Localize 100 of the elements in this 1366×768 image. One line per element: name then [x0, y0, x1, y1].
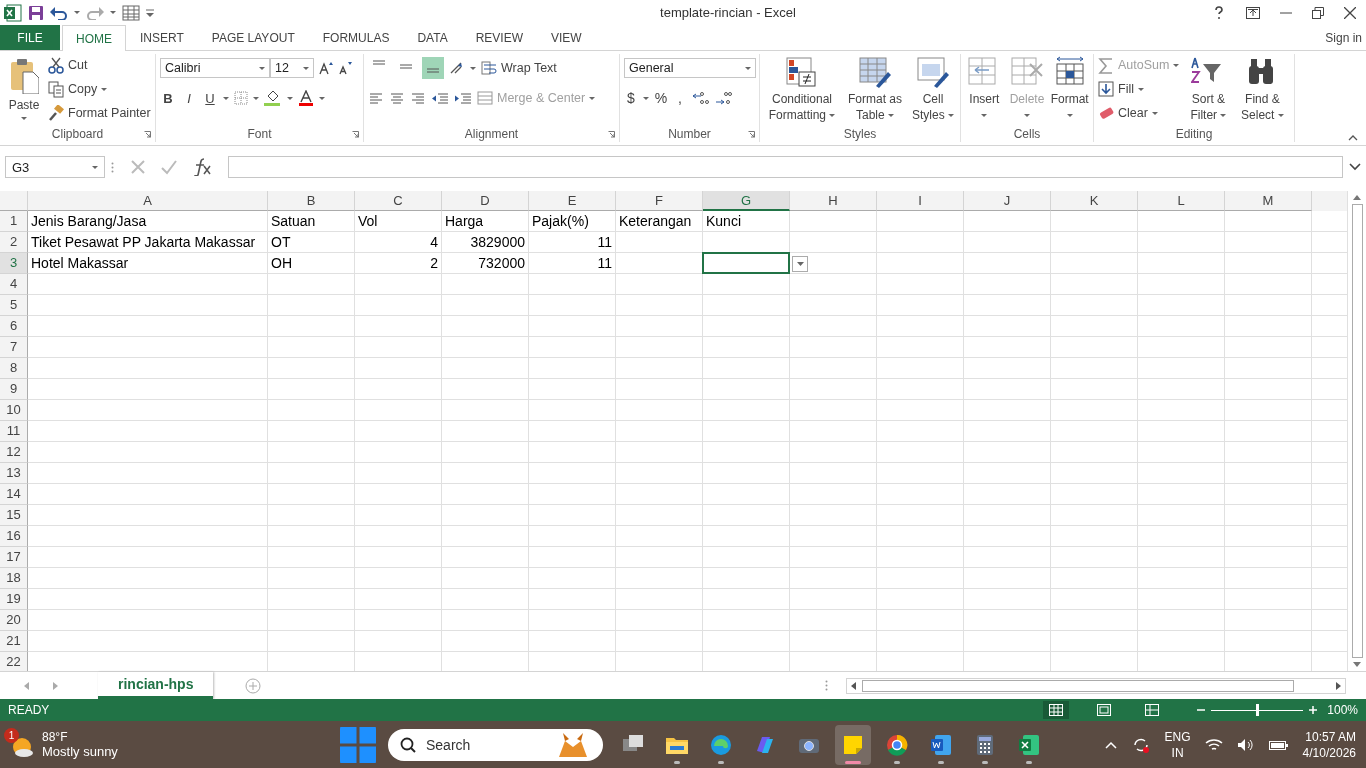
caret-icon[interactable]	[74, 11, 80, 14]
row-header[interactable]: 8	[0, 358, 28, 379]
font-size-dropdown[interactable]: 12	[270, 58, 314, 78]
ribbon-tab[interactable]: INSERT	[126, 25, 198, 50]
row-header[interactable]: 10	[0, 400, 28, 421]
row-header[interactable]: 19	[0, 589, 28, 610]
scroll-left-icon[interactable]	[851, 681, 856, 690]
increase-font-icon[interactable]	[319, 61, 333, 75]
caret-icon[interactable]	[745, 66, 751, 70]
column-header[interactable]: K	[1051, 191, 1138, 211]
row-header[interactable]: 1	[0, 211, 28, 232]
start-icon[interactable]	[340, 724, 376, 765]
caret-icon[interactable]	[21, 117, 27, 120]
insert-button[interactable]: Insert	[965, 54, 1004, 123]
input-region[interactable]: IN	[1164, 744, 1191, 761]
column-header[interactable]: C	[355, 191, 442, 211]
caret-icon[interactable]	[948, 114, 954, 118]
font-name-dropdown[interactable]: Calibri	[160, 58, 270, 78]
file-tab[interactable]: FILE	[0, 25, 60, 50]
format-as-table-button[interactable]: Format as Table	[844, 54, 906, 123]
dialog-launcher-icon[interactable]	[144, 131, 151, 138]
find-select-button[interactable]: Find & Select	[1237, 54, 1288, 123]
formula-input[interactable]	[228, 156, 1343, 178]
slider-thumb[interactable]	[1256, 704, 1260, 716]
row-header[interactable]: 5	[0, 295, 28, 316]
percent-button[interactable]: %	[654, 90, 668, 106]
dialog-launcher-icon[interactable]	[608, 131, 615, 138]
row-header[interactable]: 21	[0, 631, 28, 652]
decrease-indent-icon[interactable]	[431, 90, 449, 106]
increase-indent-icon[interactable]	[454, 90, 472, 106]
insert-function-icon[interactable]	[192, 158, 212, 176]
fill-button[interactable]: Fill	[1098, 78, 1180, 100]
sign-in-link[interactable]: Sign in	[1325, 30, 1366, 45]
normal-view-icon[interactable]	[1043, 701, 1070, 719]
decrease-font-icon[interactable]	[338, 61, 352, 75]
expand-formula-icon[interactable]	[1349, 163, 1361, 171]
customize-icon[interactable]	[146, 8, 154, 17]
font-color-icon[interactable]	[298, 90, 314, 106]
save-icon[interactable]	[28, 4, 44, 21]
row-header[interactable]: 3	[0, 253, 28, 274]
row-header[interactable]: 9	[0, 379, 28, 400]
column-header[interactable]: D	[442, 191, 529, 211]
column-header[interactable]: I	[877, 191, 964, 211]
scroll-right-icon[interactable]	[1336, 681, 1341, 690]
row-header[interactable]: 7	[0, 337, 28, 358]
caret-icon[interactable]	[643, 96, 649, 100]
clear-button[interactable]: Clear	[1098, 102, 1180, 124]
collapse-ribbon-icon[interactable]	[1348, 135, 1358, 141]
column-header[interactable]: G	[703, 191, 790, 211]
row-header[interactable]: 16	[0, 526, 28, 547]
number-format-dropdown[interactable]: General	[624, 58, 756, 78]
caret-icon[interactable]	[1137, 87, 1144, 91]
row-header[interactable]: 2	[0, 232, 28, 253]
help-icon[interactable]	[1212, 5, 1226, 20]
column-header[interactable]: J	[964, 191, 1051, 211]
copy-button[interactable]: Copy	[48, 78, 151, 100]
format-button[interactable]: Format	[1050, 54, 1089, 123]
scroll-down-icon[interactable]	[1353, 662, 1361, 667]
row-header[interactable]: 17	[0, 547, 28, 568]
currency-button[interactable]: $	[624, 90, 638, 106]
comma-button[interactable]: ,	[673, 90, 687, 106]
zoom-level[interactable]: 100%	[1327, 703, 1358, 717]
caret-icon[interactable]	[110, 11, 116, 14]
row-header[interactable]: 11	[0, 421, 28, 442]
language[interactable]: ENG	[1164, 728, 1191, 745]
dialog-launcher-icon[interactable]	[352, 131, 359, 138]
sort-filter-button[interactable]: Sort & Filter	[1183, 54, 1234, 123]
row-header[interactable]: 6	[0, 316, 28, 337]
search-input[interactable]: Search	[424, 735, 547, 754]
ribbon-tab[interactable]: HOME	[62, 25, 126, 51]
paste-button[interactable]: Paste	[4, 54, 44, 120]
fill-color-icon[interactable]	[264, 90, 282, 106]
column-header[interactable]: E	[529, 191, 616, 211]
table-icon[interactable]	[122, 4, 140, 21]
dropdown-button[interactable]	[792, 255, 808, 272]
caret-icon[interactable]	[981, 114, 988, 118]
ribbon-tab[interactable]: PAGE LAYOUT	[197, 25, 309, 50]
row-header[interactable]: 4	[0, 274, 28, 295]
restore-icon[interactable]	[1312, 6, 1324, 19]
increase-decimal-icon[interactable]	[692, 90, 710, 106]
caret-icon[interactable]	[829, 114, 836, 118]
decrease-decimal-icon[interactable]	[715, 90, 733, 106]
format-painter-button[interactable]: Format Painter	[48, 102, 151, 124]
zoom-in-icon[interactable]	[1309, 706, 1318, 714]
ribbon-tab[interactable]: DATA	[403, 25, 462, 50]
name-box[interactable]: G3	[5, 156, 105, 178]
bold-button[interactable]: B	[160, 90, 176, 106]
scroll-up-icon[interactable]	[1353, 195, 1361, 200]
cut-button[interactable]: Cut	[48, 54, 151, 76]
row-header[interactable]: 18	[0, 568, 28, 589]
caret-icon[interactable]	[319, 96, 325, 100]
caret-icon[interactable]	[223, 96, 229, 100]
ribbon-display-icon[interactable]	[1246, 6, 1260, 19]
caret-icon[interactable]	[1151, 111, 1158, 115]
caret-icon[interactable]	[92, 165, 98, 169]
column-header[interactable]: M	[1225, 191, 1312, 211]
caret-icon[interactable]	[287, 96, 293, 100]
scrollbar-thumb[interactable]	[1351, 204, 1363, 658]
column-header[interactable]: A	[28, 191, 268, 211]
caret-icon[interactable]	[1066, 114, 1073, 118]
